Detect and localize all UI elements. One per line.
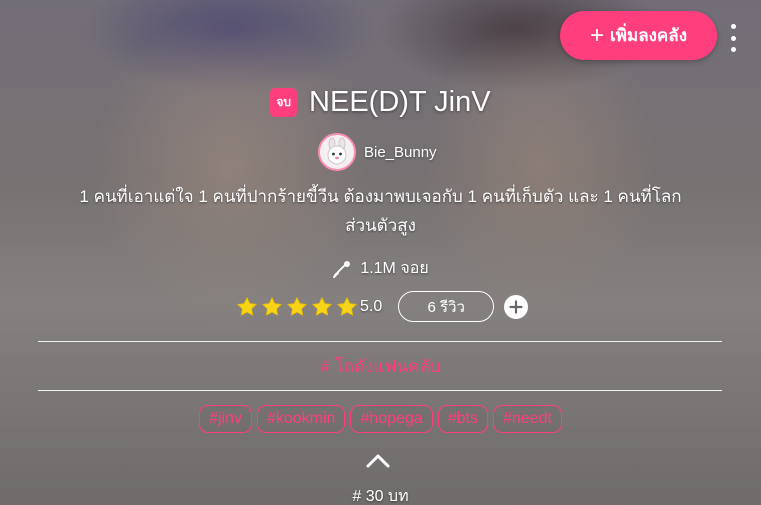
tag-chip[interactable]: #needt — [493, 405, 562, 433]
status-badge: จบ — [270, 88, 298, 117]
add-to-library-button[interactable]: + เพิ่มลงคลัง — [560, 11, 717, 60]
more-vertical-icon[interactable] — [726, 24, 740, 52]
plus-icon: + — [589, 21, 604, 49]
divider — [38, 341, 722, 342]
author[interactable]: Bie_Bunny — [318, 133, 437, 171]
rating-score: 5.0 — [360, 297, 383, 315]
category-link[interactable]: # โถดังแฟนคลับ — [0, 353, 761, 380]
rating-row: 5.0 6 รีวิว — [236, 291, 529, 322]
bunny-avatar-icon — [327, 137, 347, 165]
add-review-button[interactable] — [504, 294, 529, 319]
novel-description: 1 คนที่เอาแต่ใจ 1 คนที่ปากร้ายขี้วีน ต้อ… — [79, 187, 682, 235]
joy-icon — [333, 260, 351, 278]
chevron-up-icon[interactable] — [365, 453, 391, 469]
star-icon — [261, 296, 283, 316]
tag-chip[interactable]: #bts — [437, 405, 488, 433]
title-row: จบ NEE(D)T JinV — [0, 86, 761, 119]
tag-chip[interactable]: #hopega — [350, 405, 433, 433]
tag-chip[interactable]: #kookmin — [256, 405, 346, 433]
view-count: 1.1M จอย — [0, 256, 761, 281]
author-name[interactable]: Bie_Bunny — [364, 144, 437, 161]
plus-icon — [509, 299, 523, 314]
star-icon — [286, 296, 308, 316]
tag-chip[interactable]: #jinv — [199, 405, 252, 433]
avatar[interactable] — [318, 133, 356, 171]
rating-stars — [236, 296, 358, 318]
view-count-text: 1.1M จอย — [360, 260, 429, 277]
reviews-button[interactable]: 6 รีวิว — [398, 291, 495, 322]
star-icon — [336, 296, 358, 316]
novel-title: NEE(D)T JinV — [309, 86, 491, 118]
star-icon — [236, 296, 258, 316]
tag-list: #jinv #kookmin #hopega #bts #needt — [0, 405, 761, 433]
star-icon — [311, 296, 333, 316]
chapter-count: # 30 บท — [352, 488, 409, 505]
add-to-library-label: เพิ่มลงคลัง — [609, 26, 688, 45]
divider — [38, 390, 722, 391]
novel-detail-header: + เพิ่มลงคลัง จบ NEE(D)T JinV Bie_Bunny … — [0, 0, 761, 505]
